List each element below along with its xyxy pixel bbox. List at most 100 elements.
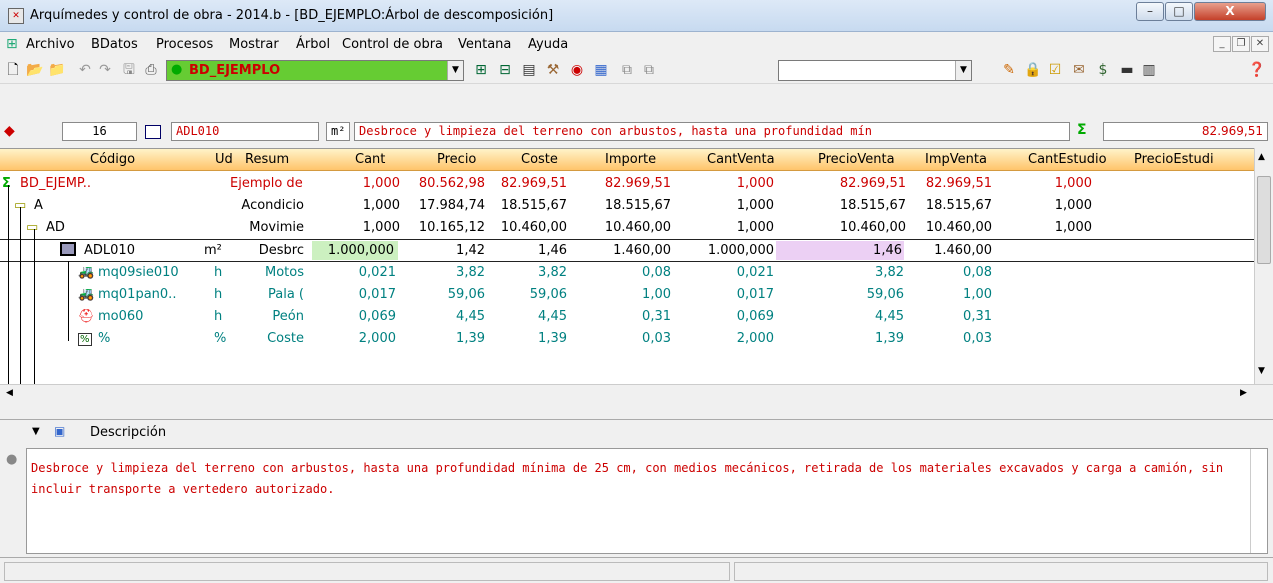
redo-icon[interactable]: ↷ (96, 61, 114, 79)
folder-icon: ▭ (26, 220, 39, 235)
chevron-down-icon[interactable]: ▼ (447, 61, 463, 80)
scroll-down-icon[interactable]: ▼ (1258, 366, 1265, 376)
tree-line (34, 229, 35, 384)
description-text[interactable]: Desbroce y limpieza del terreno con arbu… (26, 448, 1268, 554)
ruler-icon[interactable]: ▬ (1118, 61, 1136, 79)
chart-icon[interactable]: ▦ (592, 61, 610, 79)
row-code: mo060 (98, 309, 144, 324)
close-button[interactable]: X (1194, 2, 1266, 21)
unit-item-icon (60, 241, 76, 256)
row-precio: 1,42 (456, 243, 485, 258)
menu-ayuda[interactable]: Ayuda (528, 37, 568, 52)
check-icon[interactable]: ☑ (1046, 61, 1064, 79)
machine-icon: 🚜 (78, 265, 95, 280)
database-selector[interactable]: ● BD_EJEMPLO ▼ (166, 60, 464, 81)
row-cant[interactable]: 1.000,000 (312, 241, 398, 260)
coin-icon[interactable]: ◉ (568, 61, 586, 79)
worker-helmet-icon: ⛑ (78, 309, 95, 324)
tools-icon[interactable]: ⚒ (544, 61, 562, 79)
col-precio[interactable]: Precio (437, 152, 476, 167)
col-importe[interactable]: Importe (605, 152, 656, 167)
table-row[interactable]: ▭ AD Movimie 1,000 10.165,12 10.460,00 1… (0, 217, 1254, 239)
mdi-close-button[interactable]: ✕ (1251, 36, 1269, 52)
mdi-minimize-button[interactable]: _ (1213, 36, 1231, 52)
level-field[interactable]: 16 (62, 122, 137, 141)
menu-control-de-obra[interactable]: Control de obra (342, 37, 443, 52)
tree-line (68, 261, 69, 341)
col-resum[interactable]: Resum (245, 152, 289, 167)
scroll-up-icon[interactable]: ▲ (1258, 152, 1265, 162)
row-cantventa: 1,000 (736, 198, 774, 213)
row-precioventa: 1,46 (776, 241, 904, 260)
lock-icon[interactable]: 🔒 (1024, 61, 1042, 79)
col-cant[interactable]: Cant (355, 152, 385, 167)
picture-icon[interactable]: ▣ (54, 424, 65, 438)
search-combo[interactable]: ▼ (778, 60, 972, 81)
scroll-thumb[interactable] (1257, 176, 1271, 264)
row-cant: 0,021 (358, 265, 396, 280)
tree-icon[interactable]: ⊞ (472, 61, 490, 79)
row-resum: Peón (272, 309, 304, 324)
table-row[interactable]: 🚜 mq09sie010 h Motos 0,021 3,82 3,82 0,0… (0, 262, 1254, 284)
undo-icon[interactable]: ↶ (76, 61, 94, 79)
col-precioventa[interactable]: PrecioVenta (818, 152, 895, 167)
open-db-icon[interactable]: 📁 (48, 61, 66, 79)
minimize-button[interactable]: – (1136, 2, 1164, 21)
maximize-button[interactable]: □ (1165, 2, 1193, 21)
menu-bdatos[interactable]: BDatos (91, 37, 138, 52)
col-cantventa[interactable]: CantVenta (707, 152, 775, 167)
row-coste: 4,45 (538, 309, 567, 324)
row-cantventa: 1,000 (736, 176, 774, 191)
row-cant: 1,000 (362, 220, 400, 235)
row-impventa: 1,00 (963, 287, 992, 302)
table-row[interactable]: % % % Coste 2,000 1,39 1,39 0,03 2,000 1… (0, 328, 1254, 350)
database-name: BD_EJEMPLO (189, 63, 281, 78)
row-cantventa: 1,000 (736, 220, 774, 235)
table-row[interactable]: ▭ A Acondicio 1,000 17.984,74 18.515,67 … (0, 195, 1254, 217)
col-precioestudio[interactable]: PrecioEstudi (1134, 152, 1214, 167)
col-coste[interactable]: Coste (521, 152, 558, 167)
print-icon[interactable]: ⎙ (142, 61, 160, 79)
description-scrollbar[interactable] (1250, 449, 1267, 553)
menu-mostrar[interactable]: Mostrar (229, 37, 279, 52)
paste-icon[interactable]: ⧉ (640, 61, 658, 79)
new-file-icon[interactable]: 🗋 (4, 61, 22, 79)
description-title: Descripción (90, 425, 167, 440)
table-icon[interactable]: ▥ (1140, 61, 1158, 79)
table-row[interactable]: Σ BD_EJEMP.. Ejemplo de 1,000 80.562,98 … (0, 173, 1254, 195)
unit-field[interactable]: m² (326, 122, 350, 141)
menu-ventana[interactable]: Ventana (458, 37, 511, 52)
help-icon[interactable]: ❓ (1248, 61, 1266, 79)
menu-archivo[interactable]: Archivo (26, 37, 75, 52)
edit-icon[interactable]: ✎ (1000, 61, 1018, 79)
table-row[interactable]: ⛑ mo060 h Peón 0,069 4,45 4,45 0,31 0,06… (0, 306, 1254, 328)
vertical-scrollbar[interactable]: ▲ ▼ (1254, 148, 1273, 384)
chevron-down-icon[interactable]: ▼ (955, 61, 971, 80)
money-icon[interactable]: $ (1094, 61, 1112, 79)
stamp-icon[interactable]: ✉ (1070, 61, 1088, 79)
table-row-selected[interactable]: ADL010 m² Desbrc 1.000,000 1,42 1,46 1.4… (0, 239, 1254, 262)
scroll-right-icon[interactable]: ▶ (1240, 388, 1247, 398)
mdi-doc-icon[interactable]: ⊞ (6, 36, 18, 52)
horizontal-scrollbar[interactable]: ◀ ▶ (0, 384, 1273, 404)
menu-procesos[interactable]: Procesos (156, 37, 213, 52)
col-cantestudio[interactable]: CantEstudio (1028, 152, 1107, 167)
collapse-arrow-icon[interactable]: ▼ (32, 426, 40, 437)
mdi-restore-button[interactable]: ❐ (1232, 36, 1250, 52)
col-impventa[interactable]: ImpVenta (925, 152, 987, 167)
menu-arbol[interactable]: Árbol (296, 37, 330, 52)
summary-field[interactable]: Desbroce y limpieza del terreno con arbu… (354, 122, 1070, 141)
sheet-icon[interactable]: ▤ (520, 61, 538, 79)
row-resum: Movimie (249, 220, 304, 235)
table-row[interactable]: 🚜 mq01pan0.. h Pala ( 0,017 59,06 59,06 … (0, 284, 1254, 306)
col-ud[interactable]: Ud (215, 152, 233, 167)
open-folder-icon[interactable]: 📂 (26, 61, 44, 79)
tree-line (8, 185, 9, 384)
code-field[interactable]: ADL010 (171, 122, 319, 141)
scroll-left-icon[interactable]: ◀ (6, 388, 13, 398)
col-codigo[interactable]: Código (90, 152, 135, 167)
copy-icon[interactable]: ⧉ (618, 61, 636, 79)
tree-expand-icon[interactable]: ⊟ (496, 61, 514, 79)
save-icon[interactable]: 🖫 (120, 61, 138, 79)
level-icon: ◆ (4, 123, 15, 139)
